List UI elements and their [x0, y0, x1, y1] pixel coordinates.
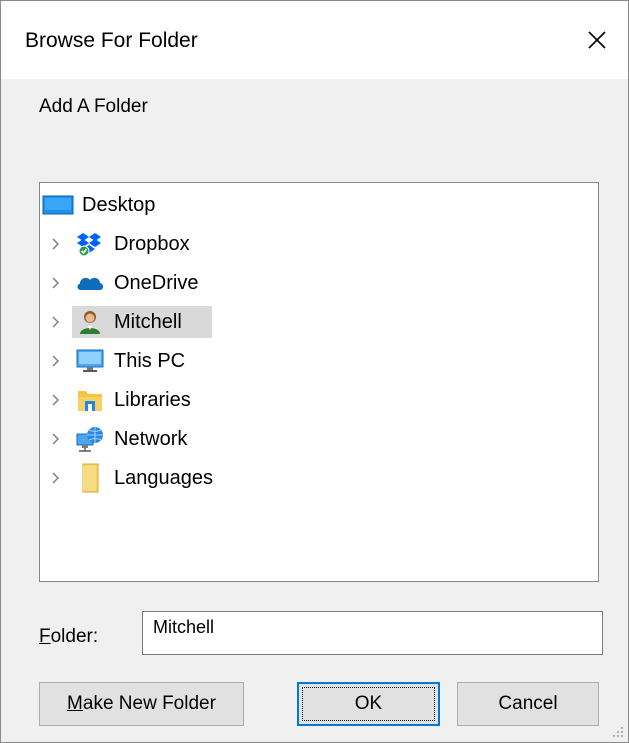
- tree-item-onedrive-row[interactable]: OneDrive: [72, 267, 202, 299]
- window-title: Browse For Folder: [25, 29, 198, 52]
- folder-tree[interactable]: Desktop Dropbox OneDrive Mitchell This P…: [39, 182, 599, 582]
- user-folder-icon: [74, 309, 106, 335]
- cancel-label: Cancel: [498, 693, 558, 714]
- focus-rect: [302, 687, 435, 721]
- tree-item-label: Desktop: [82, 193, 156, 216]
- tree-item-label: Libraries: [114, 388, 191, 411]
- onedrive-icon: [74, 270, 106, 296]
- chevron-right-icon: [52, 394, 60, 406]
- close-icon: [588, 31, 606, 49]
- expand-chevron[interactable]: [46, 462, 66, 494]
- chevron-right-icon: [52, 238, 60, 250]
- tree-item-label: Dropbox: [114, 232, 190, 255]
- tree-item-desktop-row[interactable]: Desktop: [40, 189, 159, 221]
- folder-icon: [74, 463, 106, 493]
- make-new-folder-label: ake New Folder: [82, 693, 216, 714]
- expand-chevron[interactable]: [46, 423, 66, 455]
- tree-item-label: Mitchell: [114, 310, 182, 333]
- expand-chevron[interactable]: [46, 384, 66, 416]
- tree-item-languages-row[interactable]: Languages: [72, 462, 217, 494]
- folder-name-input[interactable]: [142, 611, 603, 655]
- chevron-right-icon: [52, 316, 60, 328]
- folder-label-mnemonic: F: [39, 626, 51, 647]
- make-new-folder-mnemonic: M: [67, 693, 83, 714]
- expand-chevron[interactable]: [46, 306, 66, 338]
- cancel-button[interactable]: Cancel: [457, 682, 599, 726]
- resize-grip-icon[interactable]: [610, 724, 624, 738]
- tree-item-mitchell-row[interactable]: Mitchell: [72, 306, 212, 338]
- tree-item-this-pc-row[interactable]: This PC: [72, 345, 189, 377]
- expand-chevron[interactable]: [46, 345, 66, 377]
- chevron-right-icon: [52, 433, 60, 445]
- tree-item-label: Network: [114, 427, 188, 450]
- expand-chevron[interactable]: [46, 228, 66, 260]
- desktop-icon: [42, 192, 74, 218]
- browse-for-folder-dialog: Browse For Folder Add A Folder Desktop D…: [0, 0, 629, 743]
- computer-icon: [74, 348, 106, 374]
- dropbox-icon: [74, 231, 106, 257]
- chevron-right-icon: [52, 472, 60, 484]
- close-button[interactable]: [580, 23, 614, 57]
- tree-item-label: This PC: [114, 349, 186, 372]
- title-bar: Browse For Folder: [1, 1, 628, 79]
- ok-button[interactable]: OK: [297, 682, 440, 726]
- tree-item-dropbox-row[interactable]: Dropbox: [72, 228, 194, 260]
- expand-chevron[interactable]: [46, 267, 66, 299]
- tree-item-network-row[interactable]: Network: [72, 423, 191, 455]
- libraries-icon: [74, 387, 106, 413]
- tree-item-libraries-row[interactable]: Libraries: [72, 384, 195, 416]
- instruction-text: Add A Folder: [39, 96, 148, 117]
- network-icon: [74, 426, 106, 452]
- tree-item-label: OneDrive: [114, 271, 199, 294]
- folder-label-text: older:: [50, 626, 99, 647]
- make-new-folder-button[interactable]: Make New Folder: [39, 682, 244, 726]
- tree-item-label: Languages: [114, 466, 213, 489]
- folder-label: Folder:: [39, 626, 98, 648]
- chevron-right-icon: [52, 277, 60, 289]
- chevron-right-icon: [52, 355, 60, 367]
